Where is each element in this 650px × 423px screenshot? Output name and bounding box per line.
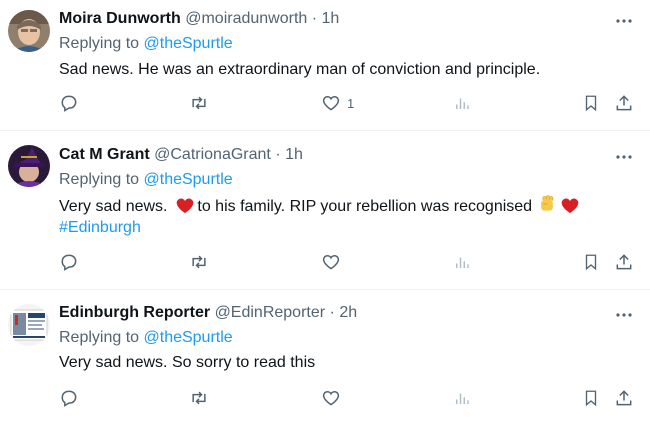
more-horizontal-icon[interactable] [614, 308, 634, 320]
retweet-icon [188, 252, 210, 272]
bookmark-icon [582, 252, 600, 272]
replying-prefix: Replying to [59, 35, 144, 52]
like-count: 1 [347, 95, 355, 111]
reply-bubble-icon [59, 252, 79, 272]
tweet-header: Edinburgh Reporter @EdinReporter · 2h [59, 304, 357, 322]
more-horizontal-icon[interactable] [614, 14, 634, 26]
tweet-text: Sad news. He was an extraordinary man of… [59, 59, 540, 81]
separator-dot: · [329, 304, 335, 321]
timestamp[interactable]: 1h [322, 10, 340, 27]
separator-dot: · [311, 10, 318, 27]
mention-link[interactable]: @theSpurtle [144, 329, 233, 346]
share-button[interactable] [614, 93, 634, 113]
replying-to: Replying to @theSpurtle [59, 171, 233, 189]
avatar[interactable] [8, 304, 50, 346]
share-upload-icon [614, 93, 634, 113]
tweet-header: Moira Dunworth @moiradunworth · 1h [59, 10, 339, 28]
action-bar: 1 [0, 93, 650, 115]
reply-button[interactable] [59, 93, 79, 113]
tweet-text: Very sad news. So sorry to read this [59, 352, 315, 374]
raised-fist-emoji-icon [537, 194, 557, 221]
replying-to: Replying to @theSpurtle [59, 35, 233, 53]
heart-outline-icon [321, 252, 341, 272]
replying-prefix: Replying to [59, 171, 144, 188]
retweet-button[interactable] [188, 252, 210, 272]
tweet-text-part-1: Very sad news. [59, 198, 177, 215]
red-heart-emoji-icon [176, 197, 194, 221]
timestamp[interactable]: 1h [285, 146, 303, 163]
timestamp[interactable]: 2h [339, 304, 357, 321]
tweet-text-part-2: to his family. RIP your rebellion was re… [197, 198, 533, 215]
like-button[interactable] [321, 252, 341, 272]
like-button[interactable]: 1 [321, 93, 354, 113]
display-name[interactable]: Moira Dunworth [59, 10, 181, 27]
retweet-icon [188, 93, 210, 113]
tweet-hashtag-line: #Edinburgh [59, 217, 141, 239]
heart-outline-icon [321, 93, 341, 113]
reply-bubble-icon [59, 388, 79, 408]
hashtag-link[interactable]: #Edinburgh [59, 219, 141, 236]
mention-link[interactable]: @theSpurtle [144, 171, 233, 188]
views-button[interactable] [453, 388, 471, 408]
red-heart-emoji-icon [561, 197, 579, 221]
views-button[interactable] [453, 252, 471, 272]
like-button[interactable] [321, 388, 341, 408]
mention-link[interactable]: @theSpurtle [144, 35, 233, 52]
avatar[interactable] [8, 145, 50, 187]
action-bar [0, 388, 650, 410]
share-upload-icon [614, 252, 634, 272]
share-button[interactable] [614, 252, 634, 272]
heart-outline-icon [321, 388, 341, 408]
retweet-button[interactable] [188, 388, 210, 408]
bookmark-icon [582, 388, 600, 408]
retweet-button[interactable] [188, 93, 210, 113]
action-bar [0, 252, 650, 274]
tweet[interactable]: Cat M Grant @CatrionaGrant · 1h Replying… [0, 131, 650, 290]
user-handle[interactable]: @CatrionaGrant [154, 146, 271, 163]
share-upload-icon [614, 388, 634, 408]
reply-button[interactable] [59, 252, 79, 272]
replying-prefix: Replying to [59, 329, 144, 346]
display-name[interactable]: Cat M Grant [59, 146, 150, 163]
tweet-text-content: Very sad news. So sorry to read this [59, 354, 316, 371]
bar-chart-icon [453, 93, 471, 113]
separator-dot: · [275, 146, 281, 163]
user-handle[interactable]: @EdinReporter [215, 304, 326, 321]
bookmark-button[interactable] [582, 252, 600, 272]
bookmark-icon [582, 93, 600, 113]
reply-bubble-icon [59, 93, 79, 113]
more-horizontal-icon[interactable] [614, 150, 634, 162]
display-name[interactable]: Edinburgh Reporter [59, 304, 210, 321]
tweet-text-content: Sad news. He was an extraordinary man of… [59, 61, 541, 78]
share-button[interactable] [614, 388, 634, 408]
avatar[interactable] [8, 10, 50, 52]
tweet[interactable]: Edinburgh Reporter @EdinReporter · 2h Re… [0, 290, 650, 423]
bookmark-button[interactable] [582, 388, 600, 408]
tweet-header: Cat M Grant @CatrionaGrant · 1h [59, 146, 303, 164]
reply-feed: Moira Dunworth @moiradunworth · 1h Reply… [0, 0, 650, 423]
replying-to: Replying to @theSpurtle [59, 329, 233, 347]
user-handle[interactable]: @moiradunworth [185, 10, 307, 27]
bar-chart-icon [453, 388, 471, 408]
tweet[interactable]: Moira Dunworth @moiradunworth · 1h Reply… [0, 0, 650, 131]
views-button[interactable] [453, 93, 471, 113]
retweet-icon [188, 388, 210, 408]
bookmark-button[interactable] [582, 93, 600, 113]
reply-button[interactable] [59, 388, 79, 408]
bar-chart-icon [453, 252, 471, 272]
